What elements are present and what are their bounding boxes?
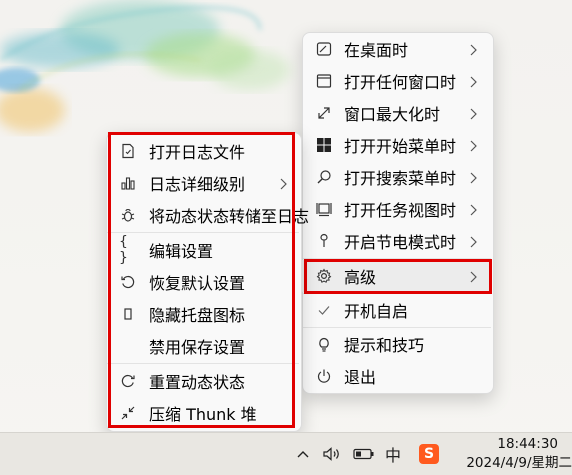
speaker-icon[interactable] xyxy=(320,433,344,475)
menu-item-advanced[interactable]: 高级 xyxy=(302,260,492,292)
menu-item-compress-thunk[interactable]: 压缩 Thunk 堆 xyxy=(106,397,300,429)
menu-item-disable-save[interactable]: 禁用保存设置 xyxy=(106,330,300,362)
menu-item-autostart[interactable]: 开机自启 xyxy=(302,294,492,326)
gear-icon xyxy=(315,267,333,285)
menu-separator xyxy=(303,258,491,259)
chevron-right-icon xyxy=(468,170,478,184)
menu-item-label: 恢复默认设置 xyxy=(149,274,246,293)
lightbulb-icon xyxy=(315,335,333,353)
menu-item-reset-state[interactable]: 重置动态状态 xyxy=(106,365,300,397)
chevron-right-icon xyxy=(278,176,288,190)
desktop-icon xyxy=(315,40,333,58)
chevron-up-icon[interactable] xyxy=(292,433,314,475)
menu-item-label: 重置动态状态 xyxy=(149,373,246,392)
menu-item-label: 将动态状态转储至日志 xyxy=(149,207,310,226)
menu-item-restore-defaults[interactable]: 恢复默认设置 xyxy=(106,266,300,298)
menu-item-exit[interactable]: 退出 xyxy=(302,360,492,392)
braces-icon: { } xyxy=(119,234,128,266)
menu-item-label: 打开任务视图时 xyxy=(344,201,457,220)
menu-item-label: 开启节电模式时 xyxy=(344,233,457,252)
menu-item-label: 打开搜索菜单时 xyxy=(344,169,457,188)
chevron-right-icon xyxy=(468,202,478,216)
menu-item-label: 高级 xyxy=(344,268,377,287)
chevron-right-icon xyxy=(468,269,478,283)
restore-icon xyxy=(119,273,137,291)
sogou-logo: S xyxy=(419,444,439,464)
menu-item-any-window[interactable]: 打开任何窗口时 xyxy=(302,65,492,97)
ime-mode-indicator[interactable]: 中 xyxy=(380,433,406,475)
chevron-right-icon xyxy=(468,234,478,248)
clock-date: 2024/4/9/星期二 xyxy=(466,455,572,471)
sogou-ime-icon[interactable]: S xyxy=(416,433,442,475)
chevron-right-icon xyxy=(468,106,478,120)
log-file-icon xyxy=(119,142,137,160)
bar-level-icon xyxy=(119,174,137,192)
start-menu-icon xyxy=(315,136,333,154)
menu-item-label: 压缩 Thunk 堆 xyxy=(149,405,257,424)
clock-time: 18:44:30 xyxy=(497,436,558,452)
power-saver-icon xyxy=(315,232,333,250)
search-icon xyxy=(315,168,333,186)
menu-item-log-level[interactable]: 日志详细级别 xyxy=(106,167,300,199)
menu-item-label: 隐藏托盘图标 xyxy=(149,306,246,325)
bug-icon xyxy=(119,206,137,224)
maximize-icon xyxy=(315,104,333,122)
menu-item-power-saver[interactable]: 开启节电模式时 xyxy=(302,225,492,257)
task-view-icon xyxy=(315,200,333,218)
menu-item-label: 打开开始菜单时 xyxy=(344,137,457,156)
menu-separator xyxy=(107,363,299,364)
taskbar: 中 S 18:44:30 2024/4/9/星期二 xyxy=(0,432,572,475)
menu-item-edit-settings[interactable]: { } 编辑设置 xyxy=(106,234,300,266)
menu-item-label: 禁用保存设置 xyxy=(149,338,246,357)
menu-item-label: 打开任何窗口时 xyxy=(344,73,457,92)
menu-item-maximize[interactable]: 窗口最大化时 xyxy=(302,97,492,129)
menu-item-tips[interactable]: 提示和技巧 xyxy=(302,328,492,360)
chevron-right-icon xyxy=(468,74,478,88)
menu-item-hide-tray-icon[interactable]: 隐藏托盘图标 xyxy=(106,298,300,330)
reset-icon xyxy=(119,372,137,390)
menu-item-label: 开机自启 xyxy=(344,302,409,321)
menu-item-label: 窗口最大化时 xyxy=(344,105,441,124)
battery-icon[interactable] xyxy=(352,433,376,475)
power-icon xyxy=(315,367,333,385)
menu-item-label: 退出 xyxy=(344,368,377,387)
window-icon xyxy=(315,72,333,90)
menu-item-label: 打开日志文件 xyxy=(149,143,246,162)
menu-item-on-desktop[interactable]: 在桌面时 xyxy=(302,33,492,65)
menu-separator xyxy=(107,232,299,233)
menu-item-label: 编辑设置 xyxy=(149,242,214,261)
menu-item-task-view[interactable]: 打开任务视图时 xyxy=(302,193,492,225)
menu-item-label: 在桌面时 xyxy=(344,41,409,60)
menu-item-search-menu[interactable]: 打开搜索菜单时 xyxy=(302,161,492,193)
chevron-right-icon xyxy=(468,42,478,56)
chevron-right-icon xyxy=(468,138,478,152)
menu-item-label: 日志详细级别 xyxy=(149,175,246,194)
menu-item-start-menu[interactable]: 打开开始菜单时 xyxy=(302,129,492,161)
check-icon xyxy=(315,301,333,319)
compress-icon xyxy=(119,404,137,422)
menu-item-open-log[interactable]: 打开日志文件 xyxy=(106,135,300,167)
hide-tray-icon xyxy=(119,305,137,323)
menu-item-label: 提示和技巧 xyxy=(344,336,425,355)
system-clock[interactable]: 18:44:30 2024/4/9/星期二 xyxy=(457,435,572,473)
menu-item-dump-state[interactable]: 将动态状态转储至日志 xyxy=(106,199,309,231)
